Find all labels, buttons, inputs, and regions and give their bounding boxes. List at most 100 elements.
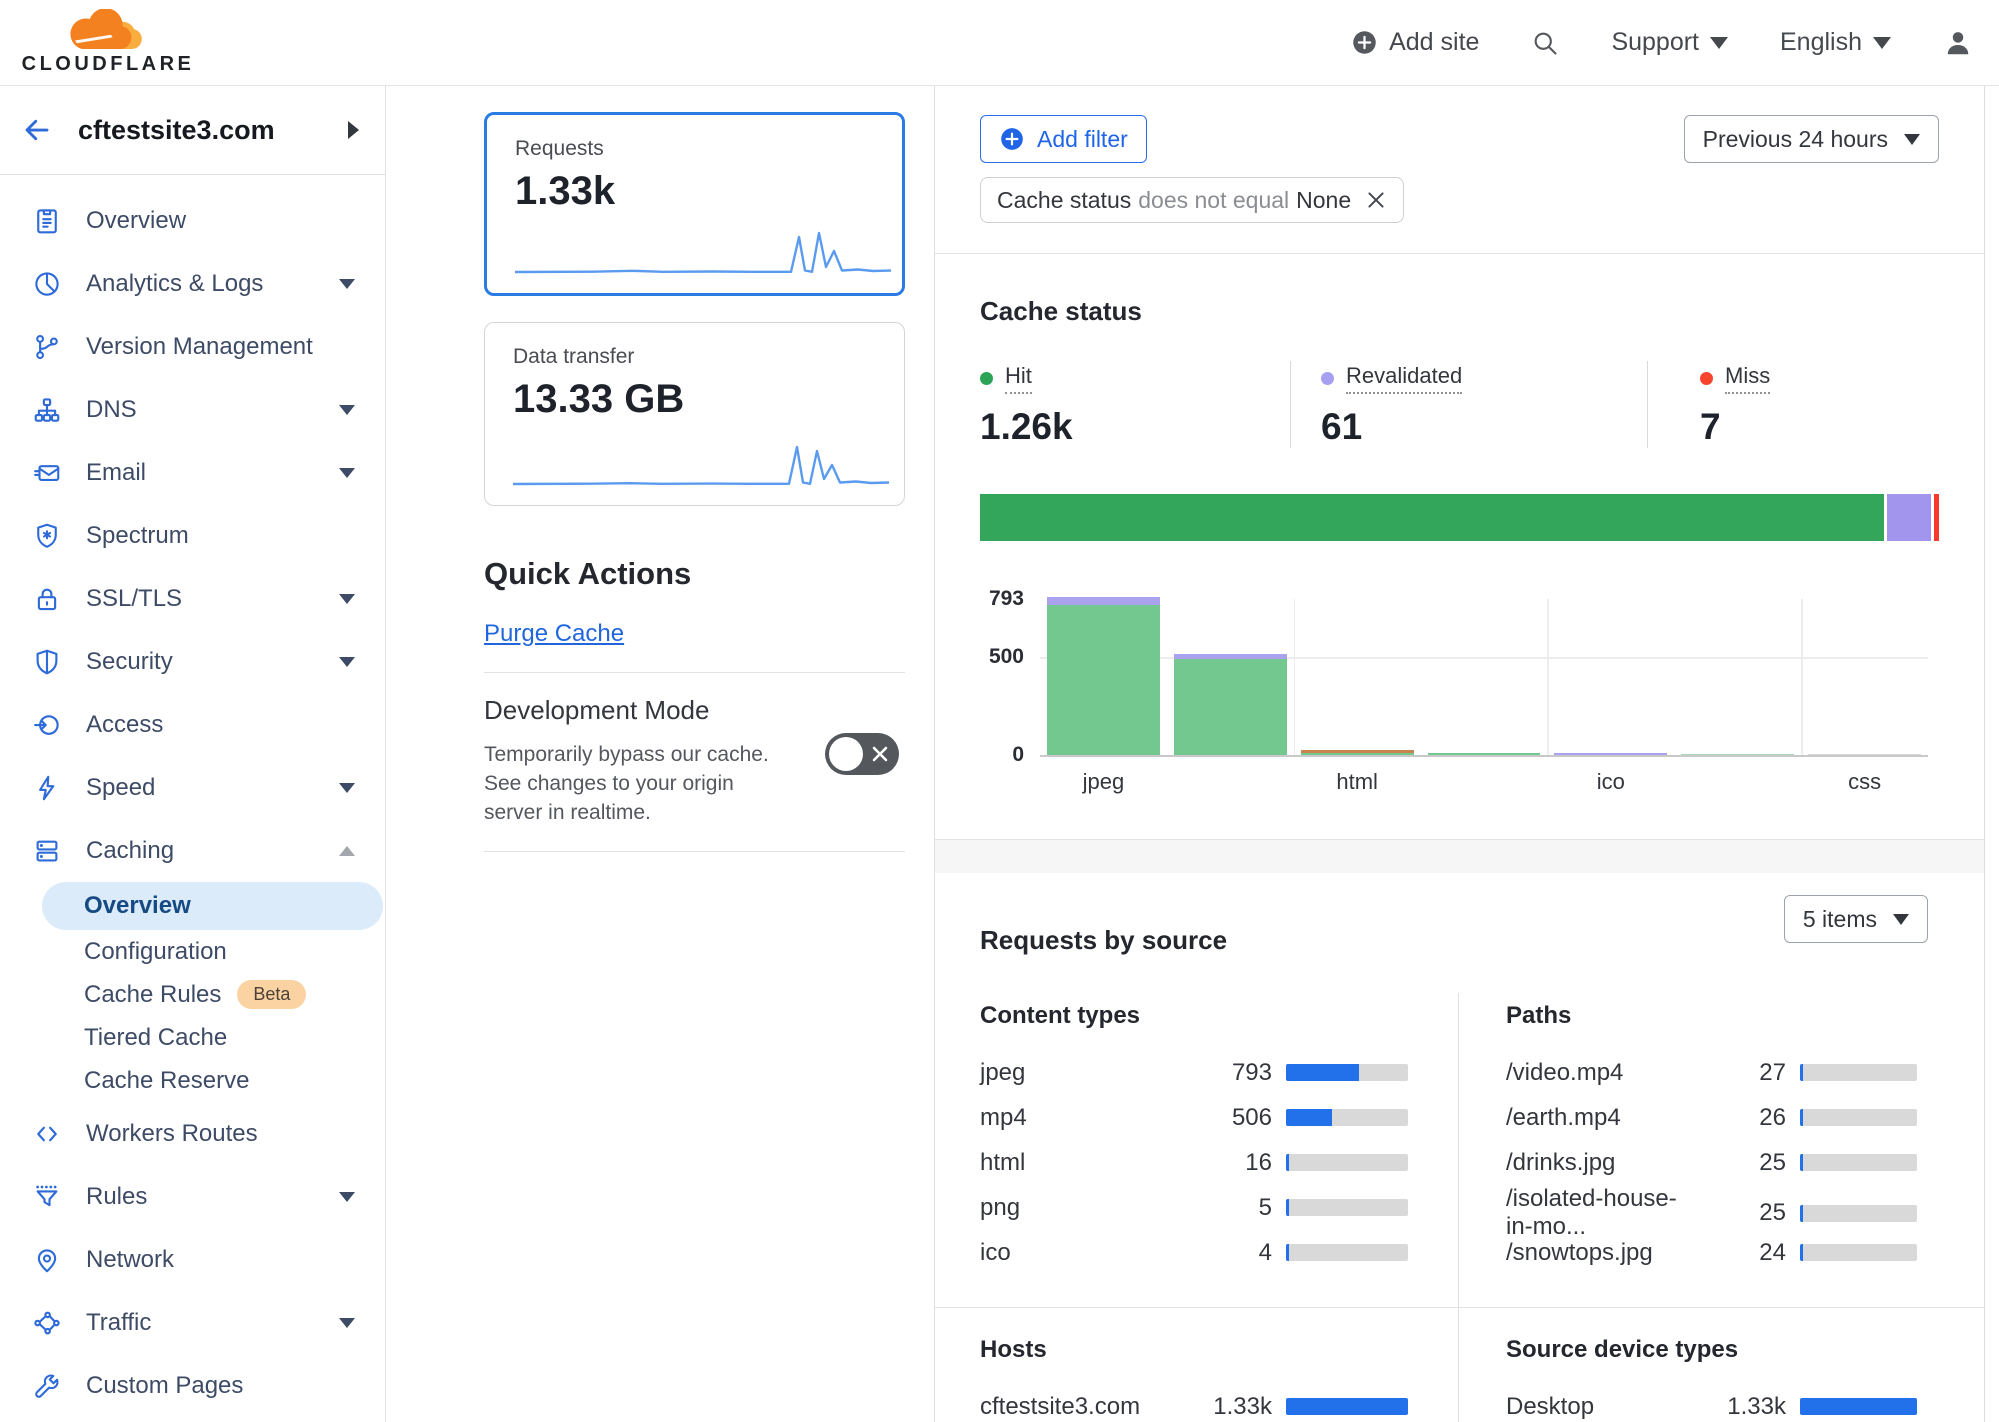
development-mode-section: Development Mode Temporarily bypass our … <box>484 695 905 827</box>
sidebar-item-ssl-tls[interactable]: SSL/TLS <box>0 567 385 630</box>
bar-jpeg[interactable] <box>1040 599 1167 755</box>
hit-segment <box>980 494 1884 541</box>
table-row[interactable]: Desktop1.33k <box>1506 1384 1917 1422</box>
value-bar <box>1286 1154 1408 1171</box>
bar-png[interactable] <box>1421 599 1548 755</box>
value-bar <box>1286 1199 1408 1216</box>
cloudflare-cloud-icon <box>63 9 153 55</box>
sidebar-subitem-cache-rules[interactable]: Cache Rules Beta <box>0 973 385 1016</box>
add-site-button[interactable]: Add site <box>1351 28 1479 57</box>
category-label: ico <box>1547 769 1674 795</box>
stat-label[interactable]: Miss <box>1725 363 1770 394</box>
value-bar <box>1800 1154 1917 1171</box>
sidebar-item-label: DNS <box>86 396 137 424</box>
cloudflare-logo[interactable]: CLOUDFLARE <box>22 9 194 76</box>
table-row[interactable]: /earth.mp426 <box>1506 1095 1917 1140</box>
stat-miss: Miss 7 <box>1648 361 1770 448</box>
sidebar-item-dns[interactable]: DNS <box>0 378 385 441</box>
development-mode-toggle[interactable] <box>825 733 899 775</box>
category-label <box>1674 769 1801 795</box>
sidebar-item-label: Custom Pages <box>86 1372 243 1400</box>
sidebar-item-label: Email <box>86 459 146 487</box>
value-bar <box>1800 1398 1917 1415</box>
code-brackets-icon <box>32 1119 62 1149</box>
bar-css[interactable] <box>1801 599 1928 755</box>
sidebar-subitem-tiered-cache[interactable]: Tiered Cache <box>0 1016 385 1059</box>
bar-html[interactable] <box>1294 599 1421 755</box>
table-row[interactable]: /video.mp427 <box>1506 1050 1917 1095</box>
sidebar-item-spectrum[interactable]: Spectrum <box>0 504 385 567</box>
requests-by-source-section: Requests by source 5 items Content types… <box>935 873 1984 1422</box>
data-transfer-metric-card[interactable]: Data transfer 13.33 GB <box>484 322 905 506</box>
search-button[interactable] <box>1531 29 1559 57</box>
chevron-down-icon <box>1710 37 1728 49</box>
chevron-up-icon <box>339 846 355 856</box>
table-row[interactable]: mp4506 <box>980 1095 1408 1140</box>
sidebar-item-network[interactable]: Network <box>0 1228 385 1291</box>
hit-dot-icon <box>980 372 993 385</box>
stat-revalidated: Revalidated 61 <box>1291 361 1648 448</box>
envelope-icon <box>32 458 62 488</box>
back-arrow-icon[interactable] <box>22 115 52 145</box>
sidebar-subitem-caching-overview[interactable]: Overview <box>42 882 383 930</box>
language-menu[interactable]: English <box>1780 28 1891 57</box>
bar-other[interactable] <box>1674 599 1801 755</box>
cache-status-section: Cache status Hit 1.26k Revalidated <box>935 254 1984 840</box>
chevron-down-icon <box>339 279 355 289</box>
sidebar-item-version-management[interactable]: Version Management <box>0 315 385 378</box>
sidebar-item-workers-routes[interactable]: Workers Routes <box>0 1102 385 1165</box>
table-row[interactable]: ico4 <box>980 1230 1408 1275</box>
table-row[interactable]: /drinks.jpg25 <box>1506 1140 1917 1185</box>
sidebar-item-analytics-logs[interactable]: Analytics & Logs <box>0 252 385 315</box>
miss-dot-icon <box>1700 372 1713 385</box>
chevron-down-icon <box>339 405 355 415</box>
sidebar-item-caching[interactable]: Caching <box>0 819 385 882</box>
items-count-select[interactable]: 5 items <box>1784 895 1928 943</box>
main-layout: cftestsite3.com Overview Analytics & Log… <box>0 86 1999 1422</box>
add-filter-button[interactable]: Add filter <box>980 115 1147 163</box>
sidebar-item-email[interactable]: Email <box>0 441 385 504</box>
table-row[interactable]: cftestsite3.com1.33k <box>980 1384 1408 1422</box>
filter-chip: Cache status does not equal None <box>980 177 1404 223</box>
sidebar-item-overview[interactable]: Overview <box>0 189 385 252</box>
value-bar <box>1286 1398 1408 1415</box>
y-tick-793: 793 <box>980 587 1024 611</box>
table-row[interactable]: html16 <box>980 1140 1408 1185</box>
sidebar-item-rules[interactable]: Rules <box>0 1165 385 1228</box>
metric-value: 13.33 GB <box>513 377 904 422</box>
sidebar-item-access[interactable]: Access <box>0 693 385 756</box>
table-title: Hosts <box>980 1336 1458 1364</box>
remove-filter-icon[interactable] <box>1365 189 1387 211</box>
bar-mp4[interactable] <box>1167 599 1294 755</box>
sidebar-item-custom-pages[interactable]: Custom Pages <box>0 1354 385 1417</box>
chevron-down-icon <box>339 657 355 667</box>
table-row[interactable]: jpeg793 <box>980 1050 1408 1095</box>
sidebar-item-label: Security <box>86 648 173 676</box>
category-label: jpeg <box>1040 769 1167 795</box>
login-arrow-icon <box>32 710 62 740</box>
time-range-select[interactable]: Previous 24 hours <box>1684 115 1939 163</box>
sidebar-item-label: Version Management <box>86 333 313 361</box>
stat-label[interactable]: Revalidated <box>1346 363 1462 394</box>
table-row[interactable]: png5 <box>980 1185 1408 1230</box>
bar-ico[interactable] <box>1547 599 1674 755</box>
sidebar-item-traffic[interactable]: Traffic <box>0 1291 385 1354</box>
support-menu[interactable]: Support <box>1611 28 1728 57</box>
toggle-off-x-icon <box>871 745 889 763</box>
sidebar-item-speed[interactable]: Speed <box>0 756 385 819</box>
purge-cache-link[interactable]: Purge Cache <box>484 620 624 648</box>
sidebar-subitem-cache-reserve[interactable]: Cache Reserve <box>0 1059 385 1102</box>
sidebar-item-label: Spectrum <box>86 522 189 550</box>
account-button[interactable] <box>1943 28 1973 58</box>
sidebar-item-security[interactable]: Security <box>0 630 385 693</box>
chevron-down-icon <box>1873 37 1891 49</box>
requests-metric-card[interactable]: Requests 1.33k <box>484 112 905 296</box>
table-row[interactable]: /isolated-house-in-mo...25 <box>1506 1185 1917 1230</box>
plus-circle-icon <box>1351 29 1378 56</box>
stat-label[interactable]: Hit <box>1005 363 1032 394</box>
chevron-right-icon[interactable] <box>348 121 359 139</box>
y-tick-500: 500 <box>980 645 1024 669</box>
header-actions: Add site Support English <box>1351 28 1979 58</box>
branch-icon <box>32 332 62 362</box>
sidebar-subitem-caching-configuration[interactable]: Configuration <box>0 930 385 973</box>
